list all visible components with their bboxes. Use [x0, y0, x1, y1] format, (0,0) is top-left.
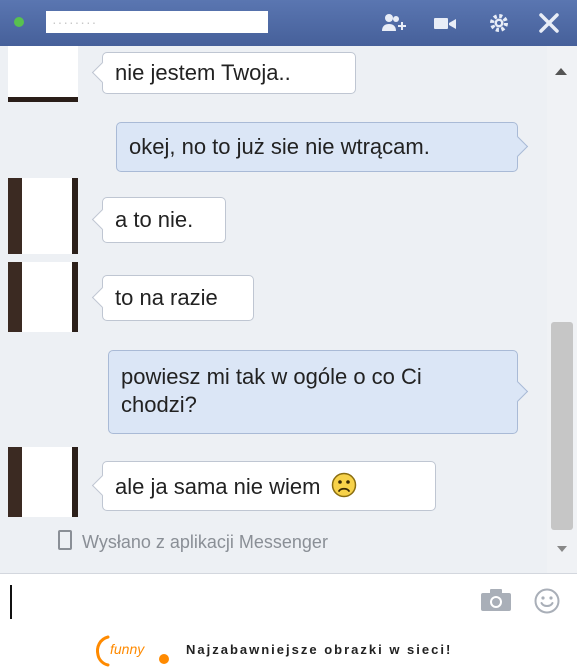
- message-text: powiesz mi tak w ogóle o co Ci chodzi?: [121, 364, 422, 417]
- scroll-up-arrow-icon[interactable]: [555, 68, 567, 75]
- sent-via-label: Wysłano z aplikacji Messenger: [58, 530, 328, 553]
- avatar[interactable]: [8, 178, 78, 254]
- message-bubble-received[interactable]: a to nie.: [91, 197, 226, 243]
- scroll-down-arrow-icon[interactable]: [557, 546, 567, 552]
- message-bubble-sent[interactable]: powiesz mi tak w ogóle o co Ci chodzi?: [108, 350, 529, 434]
- camera-icon[interactable]: [480, 588, 512, 612]
- logo-text: funny: [110, 641, 145, 657]
- scrollbar-thumb[interactable]: [551, 322, 573, 530]
- message-bubble-received[interactable]: to na razie: [91, 275, 254, 321]
- message-bubble-received[interactable]: ale ja sama nie wiem: [91, 461, 436, 511]
- video-call-icon[interactable]: [432, 10, 458, 36]
- avatar[interactable]: [8, 262, 78, 332]
- avatar[interactable]: [8, 447, 78, 517]
- emoji-picker-icon[interactable]: [534, 588, 560, 614]
- add-friend-icon[interactable]: [380, 10, 406, 36]
- message-text: ale ja sama nie wiem: [115, 474, 321, 499]
- avatar[interactable]: [8, 46, 78, 102]
- contact-name[interactable]: ········: [52, 14, 97, 30]
- sad-emoji-icon: [331, 472, 356, 498]
- gear-icon[interactable]: [486, 10, 512, 36]
- tagline: Najzabawniejsze obrazki w sieci!: [186, 642, 453, 657]
- message-text: a to nie.: [115, 207, 194, 232]
- message-text: to na razie: [115, 285, 218, 310]
- close-icon[interactable]: [536, 10, 562, 36]
- text-caret: [10, 585, 12, 619]
- message-bubble-received[interactable]: nie jestem Twoja..: [91, 52, 356, 94]
- message-bubble-sent[interactable]: okej, no to już sie nie wtrącam.: [116, 122, 529, 172]
- online-status-icon: [14, 17, 24, 27]
- message-text: nie jestem Twoja..: [115, 60, 291, 85]
- message-text: okej, no to już sie nie wtrącam.: [129, 134, 430, 159]
- mobile-phone-icon: [58, 530, 72, 550]
- chat-header: ········: [0, 0, 577, 46]
